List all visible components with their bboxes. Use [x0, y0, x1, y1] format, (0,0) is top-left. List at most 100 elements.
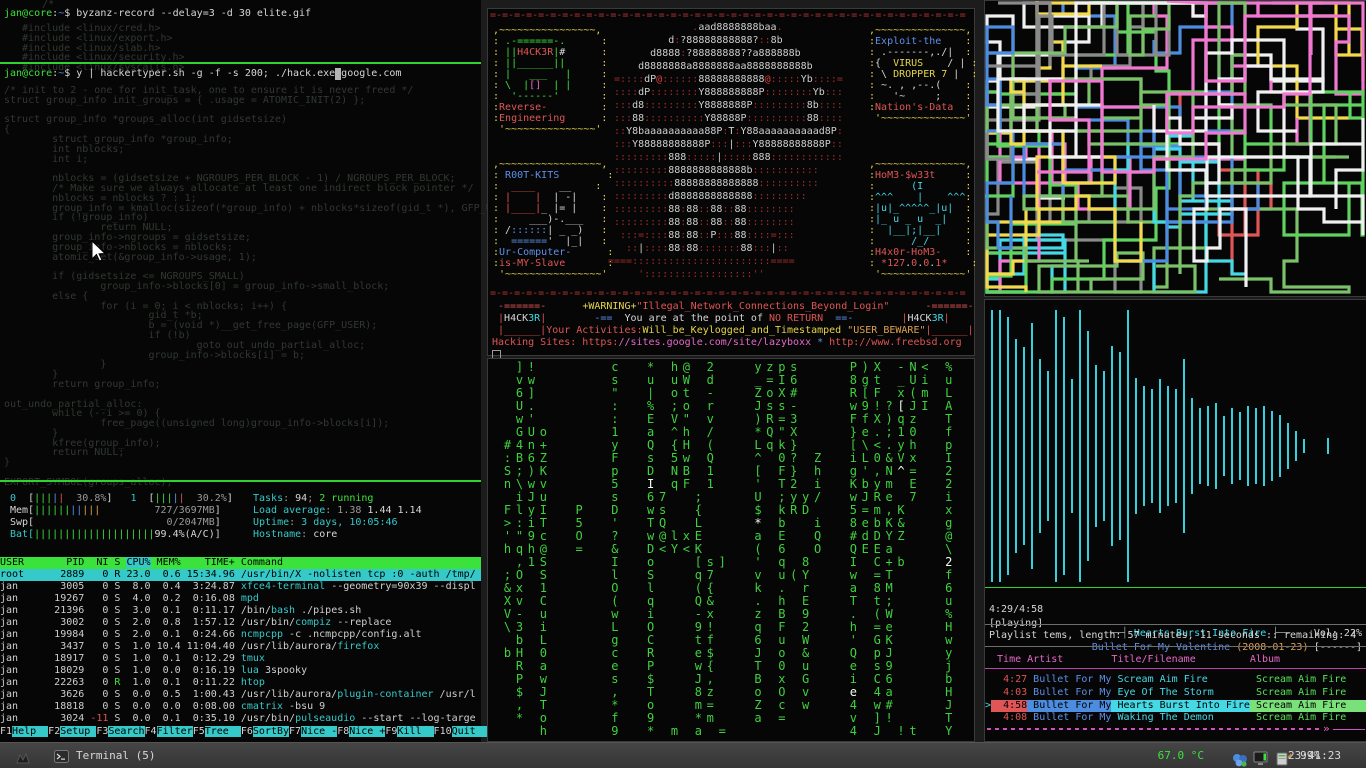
cpu-temperature: 67.0 °C — [1158, 743, 1204, 768]
table-row[interactable]: jan 3437 0 S 1.0 10.4 11:04.40 /usr/lib/… — [0, 641, 481, 653]
fkey-f2[interactable]: F2Setup — [48, 726, 96, 737]
playlist-column-headers[interactable]: Time Artist Title/Filename Album — [985, 654, 1366, 666]
playlist-row[interactable]: 4:27 Bullet For My Scream Aim Fire Screa… — [985, 674, 1366, 687]
visualizer-bar — [1119, 352, 1121, 540]
visualizer-bar — [1095, 365, 1097, 527]
visualizer-bar — [1063, 317, 1065, 575]
taskbar: Terminal (5) 67.0 °C 99% 23:41:23 — [0, 742, 1366, 768]
playlist-scroll-dashes — [987, 728, 1323, 730]
fkey-f1[interactable]: F1Help — [0, 726, 48, 737]
taskbar-window-button[interactable]: Terminal (5) — [46, 743, 163, 768]
warning-banner: -======- +WARNING+"Illegal_Network_Conne… — [492, 301, 974, 349]
visualizer-bar — [1287, 423, 1289, 469]
table-row[interactable]: jan 21396 0 S 3.0 0.1 0:11.17 /bin/bash … — [0, 605, 481, 617]
playlist-scroll-arrow: » — [1323, 722, 1330, 735]
visualizer-bar — [1191, 398, 1193, 494]
fkey-f10[interactable]: F10Quit — [434, 726, 488, 737]
desktop: /* jan@core:~$ byzanz-record --delay=3 -… — [0, 0, 1366, 768]
pipes-window[interactable] — [984, 0, 1366, 297]
network-tray-icon[interactable] — [1232, 749, 1248, 768]
visualizer-bar — [1215, 403, 1217, 489]
table-row[interactable]: root 2889 0 R 23.0 0.6 15:34.96 /usr/bin… — [0, 569, 481, 581]
ncmpcpp-window[interactable]: 4:29/4:58 ──┤ Hearts Burst Into Fire ├──… — [984, 299, 1366, 742]
table-row[interactable]: jan 22263 0 R 1.0 0.1 0:11.22 htop — [0, 677, 481, 689]
visualizer-bar — [999, 310, 1001, 582]
table-row[interactable]: jan 18917 0 S 1.0 0.1 0:12.29 tmux — [0, 653, 481, 665]
visualizer-bar — [1175, 389, 1177, 503]
clock[interactable]: 23:41:23 — [1288, 743, 1362, 768]
tmux-split-line-top — [0, 62, 481, 64]
cmatrix-window[interactable]: ]! c * h@ 2 yzps P)X -N< % vw s u uW d _… — [487, 358, 975, 742]
taskbar-window-label: Terminal (5) — [76, 743, 155, 768]
player-separator-green — [985, 587, 1366, 588]
htop-meters: 0 [||||| 30.8%] 1 [||||| 30.2%]Mem[|||||… — [10, 493, 233, 541]
ascii-box-rootkits: ,~~~~~~~~~~~~~~~~~,: R00T-KITS :: ____ _… — [493, 159, 613, 280]
playlist-scroll-tail — [1333, 729, 1365, 730]
fkey-f9[interactable]: F9Kill — [385, 726, 433, 737]
htop-function-keys[interactable]: F1Help F2Setup F3SearchF4FilterF5Tree F6… — [0, 726, 481, 738]
visualizer-bar — [1055, 310, 1057, 582]
visualizer-bar — [1183, 359, 1185, 533]
playlist-header-underline — [985, 668, 1366, 669]
hacker-ascii-window[interactable]: =-=-=-=-=-=-=-=-=-=-=-=-=-=-=-=-=-=-=-=-… — [487, 8, 975, 356]
visualizer-bar — [1159, 379, 1161, 513]
fkey-f6[interactable]: F6SortBy — [241, 726, 289, 737]
visualizer-bar — [1263, 406, 1265, 486]
ascii-box-exploit: ,~~~~~~~~~~~~~~~,:Exploit-the :: .------… — [869, 25, 977, 124]
mouse-cursor — [90, 240, 108, 264]
visualizer-bar — [1079, 310, 1081, 582]
music-visualizer — [985, 300, 1366, 586]
visualizer-bar — [1015, 339, 1017, 553]
playlist-row[interactable]: 4:08 Bullet For My Waking The Demon Scre… — [985, 712, 1366, 725]
visualizer-bar — [1271, 411, 1273, 481]
ascii-box-h4ck3r: ,~~~~~~~~~~~~~~~~,: .-======-. :: ||H4CK… — [493, 25, 607, 135]
table-row[interactable]: jan 18818 0 S 0.0 0.0 0:08.00 cmatrix -b… — [0, 701, 481, 713]
visualizer-bar — [1239, 412, 1241, 480]
visualizer-bar — [1199, 408, 1201, 484]
show-desktop-icon[interactable] — [14, 748, 32, 767]
visualizer-bar — [991, 310, 993, 582]
track-artist: Bullet For My Valentine — [1092, 642, 1230, 653]
visualizer-bar — [1223, 416, 1225, 476]
visualizer-bar — [1071, 379, 1073, 513]
visualizer-bar — [1151, 389, 1153, 503]
visualizer-bar — [1327, 438, 1329, 454]
visualizer-bar — [1103, 371, 1105, 521]
fkey-f8[interactable]: F8Nice + — [337, 726, 385, 737]
volume-bar[interactable]: [------] — [1314, 642, 1362, 654]
visualizer-bar — [1111, 346, 1113, 546]
visualizer-bar — [1135, 378, 1137, 514]
visualizer-bar — [1295, 431, 1297, 461]
playlist[interactable]: 4:27 Bullet For My Scream Aim Fire Screa… — [985, 674, 1366, 725]
fkey-f7[interactable]: F7Nice - — [289, 726, 337, 737]
track-release-date: (2008-01-23) — [1236, 642, 1308, 653]
table-row[interactable]: jan 19267 0 S 4.0 0.2 0:16.08 mpd — [0, 593, 481, 605]
ascii-skull-art: .aad8888888baa. d:?88888888888?::8b d888… — [608, 21, 843, 281]
display-tray-icon[interactable] — [1253, 748, 1270, 767]
tmux-split-line-bottom — [0, 480, 481, 482]
table-row[interactable]: jan 3024 -11 S 0.0 0.1 0:35.10 /usr/bin/… — [0, 713, 481, 725]
visualizer-bar — [1247, 406, 1249, 486]
terminal-window-left[interactable]: /* jan@core:~$ byzanz-record --delay=3 -… — [0, 0, 481, 742]
playlist-row[interactable]: 4:03 Bullet For My Eye Of The Storm Scre… — [985, 687, 1366, 700]
visualizer-bar — [1127, 310, 1129, 582]
table-row[interactable]: jan 3005 0 S 8.0 0.4 3:24.87 xfce4-termi… — [0, 581, 481, 593]
visualizer-bar — [1031, 323, 1033, 569]
table-row[interactable]: jan 18029 0 S 1.0 0.0 0:16.19 lua 3spook… — [0, 665, 481, 677]
fkey-f4[interactable]: F4Filter — [145, 726, 193, 737]
visualizer-bar — [1167, 386, 1169, 506]
htop-header-row[interactable]: USER PID NI S CPU% MEM% TIME+ Command — [0, 557, 481, 569]
visualizer-bar — [1023, 347, 1025, 545]
ascii-box-home: ,~~~~~~~~~~~~~~~,:HoM3-$w33t :: (I ::^^^… — [869, 159, 977, 280]
htop-process-table[interactable]: root 2889 0 R 23.0 0.6 15:34.96 /usr/bin… — [0, 569, 481, 725]
table-row[interactable]: jan 19984 0 S 2.0 0.1 0:24.66 ncmpcpp -c… — [0, 629, 481, 641]
visualizer-bar — [1039, 359, 1041, 533]
matrix-rain-text: ]! c * h@ 2 yzps P)X -N< % vw s u uW d _… — [492, 361, 957, 738]
fkey-f3[interactable]: F3Search — [96, 726, 144, 737]
visualizer-bar — [1047, 371, 1049, 521]
table-row[interactable]: jan 3626 0 S 0.0 0.5 1:00.43 /usr/lib/au… — [0, 689, 481, 701]
table-row[interactable]: jan 3002 0 S 2.0 0.8 1:57.12 /usr/bin/co… — [0, 617, 481, 629]
playlist-row[interactable]: > 4:58 Bullet For My Hearts Burst Into F… — [985, 700, 1366, 713]
visualizer-bar — [1143, 386, 1145, 506]
fkey-f5[interactable]: F5Tree — [193, 726, 241, 737]
